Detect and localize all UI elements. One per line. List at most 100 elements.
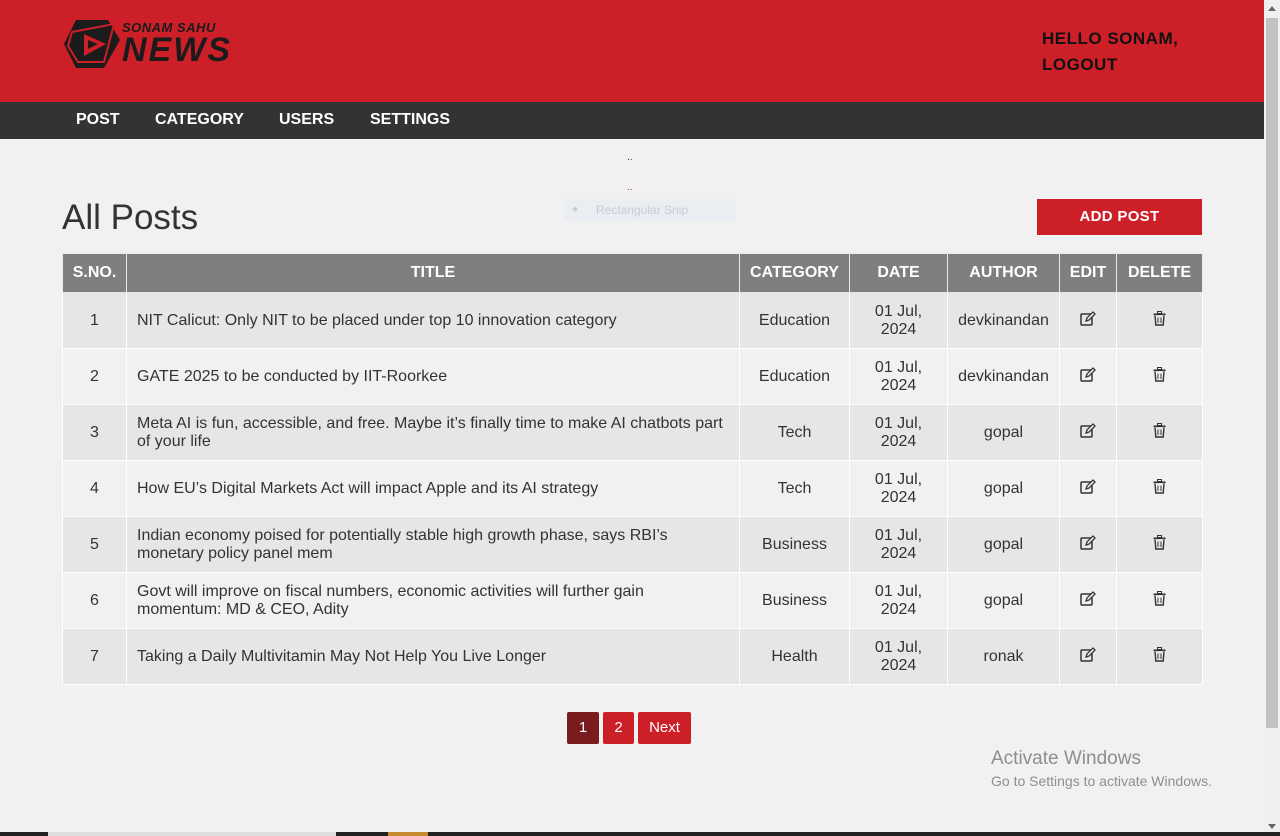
- trash-icon[interactable]: [1153, 534, 1166, 555]
- cell-edit: [1059, 516, 1117, 573]
- cell-sno: 4: [62, 460, 127, 517]
- cell-author: gopal: [947, 572, 1060, 629]
- posts-table: S.NO. TITLE CATEGORY DATE AUTHOR EDIT DE…: [62, 253, 1203, 685]
- column-header-title: TITLE: [126, 253, 740, 293]
- cell-sno: 2: [62, 348, 127, 405]
- cell-delete: [1116, 348, 1203, 405]
- edit-icon[interactable]: [1080, 590, 1096, 611]
- cell-delete: [1116, 572, 1203, 629]
- next-page-link[interactable]: Next: [638, 712, 691, 744]
- cell-title: Meta AI is fun, accessible, and free. Ma…: [126, 404, 740, 461]
- page-link-1[interactable]: 1: [567, 712, 599, 744]
- cell-date: 01 Jul, 2024: [849, 628, 948, 685]
- page: SONAM SAHU NEWS HELLO SONAM, LOGOUT POST…: [0, 0, 1264, 836]
- edit-icon[interactable]: [1080, 310, 1096, 331]
- trash-icon[interactable]: [1153, 366, 1166, 387]
- cell-title: Govt will improve on fiscal numbers, eco…: [126, 572, 740, 629]
- trash-icon[interactable]: [1153, 646, 1166, 667]
- overlay-dots-top: ..: [627, 152, 633, 163]
- user-links: HELLO SONAM, LOGOUT: [1042, 26, 1178, 78]
- column-header-date: DATE: [849, 253, 948, 293]
- trash-icon[interactable]: [1153, 422, 1166, 443]
- taskbar: [0, 832, 1280, 836]
- edit-icon[interactable]: [1080, 366, 1096, 387]
- page-link-2[interactable]: 2: [603, 712, 634, 744]
- taskbar-segment: [48, 832, 336, 836]
- scroll-down-arrow-icon[interactable]: [1268, 824, 1276, 829]
- cell-title: Taking a Daily Multivitamin May Not Help…: [126, 628, 740, 685]
- table-header-row: S.NO. TITLE CATEGORY DATE AUTHOR EDIT DE…: [62, 253, 1203, 293]
- column-header-edit: EDIT: [1059, 253, 1117, 293]
- table-row: 3 Meta AI is fun, accessible, and free. M…: [62, 404, 1203, 461]
- scroll-up-arrow-icon[interactable]: [1268, 6, 1276, 11]
- hello-user-link[interactable]: HELLO SONAM,: [1042, 26, 1178, 52]
- nav-item-settings[interactable]: SETTINGS: [370, 102, 450, 139]
- table-row: 5 Indian economy poised for potentially s…: [62, 516, 1203, 573]
- cell-sno: 5: [62, 516, 127, 573]
- nav-item-users[interactable]: USERS: [279, 102, 334, 139]
- table-row: 7 Taking a Daily Multivitamin May Not Hel…: [62, 628, 1203, 685]
- cell-category: Health: [739, 628, 850, 685]
- table-row: 4 How EU’s Digital Markets Act will impac…: [62, 460, 1203, 517]
- cell-author: devkinandan: [947, 292, 1060, 349]
- cell-category: Tech: [739, 404, 850, 461]
- trash-icon[interactable]: [1153, 310, 1166, 331]
- watermark-line-1: Activate Windows: [991, 748, 1141, 769]
- cell-date: 01 Jul, 2024: [849, 404, 948, 461]
- nav-item-category[interactable]: CATEGORY: [155, 102, 244, 139]
- cell-delete: [1116, 516, 1203, 573]
- page-title: All Posts: [62, 198, 199, 237]
- cell-title: NIT Calicut: Only NIT to be placed under…: [126, 292, 740, 349]
- column-header-category: CATEGORY: [739, 253, 850, 293]
- scroll-thumb[interactable]: [1266, 18, 1278, 728]
- trash-icon[interactable]: [1153, 478, 1166, 499]
- add-post-button[interactable]: ADD POST: [1037, 199, 1202, 235]
- column-header-delete: DELETE: [1116, 253, 1203, 293]
- column-header-author: AUTHOR: [947, 253, 1060, 293]
- rectangular-snip-overlay: ● Rectangular Snip: [564, 199, 736, 221]
- cell-title: Indian economy poised for potentially st…: [126, 516, 740, 573]
- cell-author: gopal: [947, 516, 1060, 573]
- site-logo[interactable]: SONAM SAHU NEWS: [64, 18, 234, 74]
- cell-author: gopal: [947, 460, 1060, 517]
- watermark-line-2: Go to Settings to activate Windows.: [991, 773, 1212, 789]
- taskbar-segment-active: [388, 832, 428, 836]
- edit-icon[interactable]: [1080, 534, 1096, 555]
- logout-link[interactable]: LOGOUT: [1042, 52, 1178, 78]
- cell-date: 01 Jul, 2024: [849, 348, 948, 405]
- logo-play-icon: [64, 20, 120, 68]
- cell-category: Education: [739, 348, 850, 405]
- cell-edit: [1059, 348, 1117, 405]
- cell-sno: 3: [62, 404, 127, 461]
- cell-sno: 7: [62, 628, 127, 685]
- vertical-scrollbar[interactable]: [1264, 0, 1280, 836]
- cell-delete: [1116, 460, 1203, 517]
- cell-date: 01 Jul, 2024: [849, 516, 948, 573]
- logo-big-text: NEWS: [122, 31, 232, 69]
- cell-edit: [1059, 572, 1117, 629]
- cell-author: gopal: [947, 404, 1060, 461]
- edit-icon[interactable]: [1080, 422, 1096, 443]
- activate-windows-watermark: Activate Windows Go to Settings to activ…: [991, 747, 1212, 791]
- cell-author: ronak: [947, 628, 1060, 685]
- cell-category: Education: [739, 292, 850, 349]
- cell-edit: [1059, 292, 1117, 349]
- edit-icon[interactable]: [1080, 478, 1096, 499]
- posts-table-body: 1 NIT Calicut: Only NIT to be placed unde…: [62, 292, 1203, 685]
- cell-title: How EU’s Digital Markets Act will impact…: [126, 460, 740, 517]
- cell-date: 01 Jul, 2024: [849, 460, 948, 517]
- cell-delete: [1116, 404, 1203, 461]
- snip-icon: ●: [572, 204, 579, 215]
- cell-title: GATE 2025 to be conducted by IIT-Roorkee: [126, 348, 740, 405]
- cell-edit: [1059, 460, 1117, 517]
- cell-date: 01 Jul, 2024: [849, 572, 948, 629]
- edit-icon[interactable]: [1080, 646, 1096, 667]
- cell-category: Business: [739, 572, 850, 629]
- column-header-sno: S.NO.: [62, 253, 127, 293]
- overlay-dots-bottom: ..: [627, 182, 633, 193]
- cell-date: 01 Jul, 2024: [849, 292, 948, 349]
- nav-item-post[interactable]: POST: [76, 102, 120, 139]
- table-row: 2 GATE 2025 to be conducted by IIT-Roorke…: [62, 348, 1203, 405]
- cell-edit: [1059, 404, 1117, 461]
- trash-icon[interactable]: [1153, 590, 1166, 611]
